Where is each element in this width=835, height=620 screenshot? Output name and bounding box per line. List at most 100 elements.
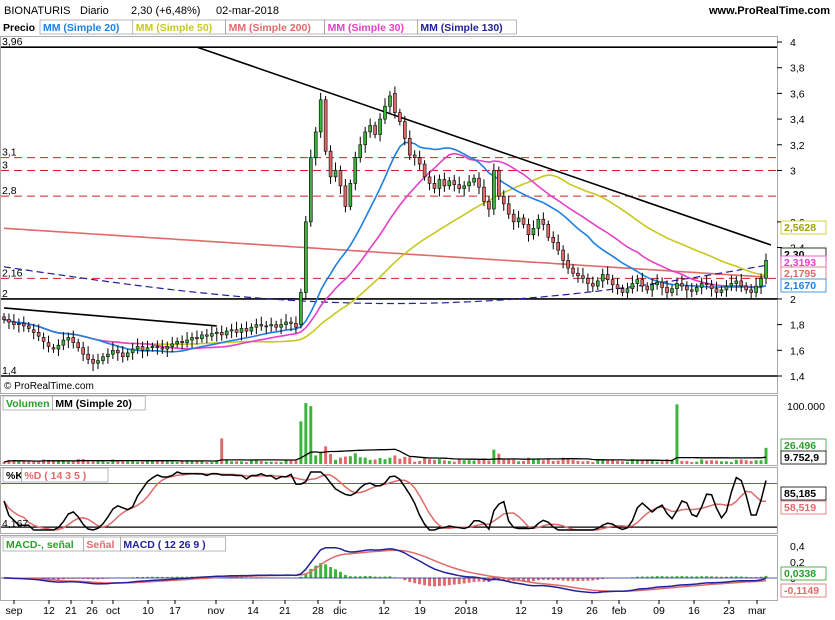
candle-body [259, 324, 264, 327]
x-tick-label: nov [208, 605, 226, 617]
volume-bar [566, 458, 570, 464]
volume-bar [170, 461, 174, 464]
macd-histogram-bar [452, 578, 456, 585]
candle-body [31, 329, 36, 333]
candle-body [175, 341, 179, 345]
level-label: 3,1 [2, 147, 17, 159]
candle-body [620, 288, 625, 293]
volume-bar [373, 459, 377, 464]
macd-histogram-bar [324, 564, 328, 578]
macd-histogram-bar [423, 578, 427, 586]
candle-body [279, 324, 283, 328]
candle-body [650, 284, 654, 291]
candle-body [610, 279, 615, 286]
price-legend-item: MM (Simple 20) [43, 22, 119, 34]
volume-bar [343, 456, 347, 464]
candle-body [536, 218, 541, 229]
x-tick-label: 28 [312, 605, 324, 617]
candle-body [294, 323, 298, 328]
volume-bar [388, 457, 392, 464]
candle-body [244, 328, 249, 332]
candle-body [239, 328, 244, 333]
candle-body [699, 283, 704, 288]
x-tick-label: 12 [515, 605, 527, 617]
candle-body [46, 342, 51, 347]
candle-body [101, 356, 105, 361]
volume-bar [368, 459, 372, 464]
macd-histogram-bar [447, 578, 451, 586]
x-tick-label: 12 [378, 605, 390, 617]
volume-bar [700, 459, 704, 464]
candle-body [224, 330, 229, 336]
candle-body [497, 170, 501, 197]
volume-bar [477, 459, 481, 464]
volume-bar [611, 460, 615, 464]
volume-bar [393, 455, 397, 464]
macd-histogram-bar [462, 578, 466, 584]
macd-histogram-bar [428, 578, 432, 587]
candle-body [170, 343, 175, 347]
volume-bar [744, 460, 748, 464]
macd-histogram-bar [338, 571, 342, 578]
macd-histogram-bar [433, 578, 436, 587]
candle-body [304, 221, 308, 293]
candle-body [556, 242, 560, 251]
candle-body [749, 289, 753, 293]
macd-tick-label: 0,4 [790, 541, 805, 553]
candle-body [615, 284, 620, 289]
candle-body [214, 332, 219, 334]
volume-bar [131, 460, 135, 464]
volume-bar [66, 461, 70, 464]
candle-body [467, 181, 471, 187]
candle-body [526, 224, 531, 235]
volume-bar [517, 461, 521, 464]
candle-body [353, 157, 358, 184]
volume-bar [660, 461, 664, 464]
volume-bar [437, 459, 441, 464]
candle-body [576, 272, 580, 277]
price-tick-label: 3,2 [790, 140, 805, 152]
candle-body [412, 154, 417, 158]
price-legend-item: MM (Simple 30) [328, 22, 404, 34]
price-legend-label: Precio [3, 22, 35, 34]
candle-body [323, 99, 328, 152]
candle-body [373, 125, 377, 135]
candle-body [51, 347, 56, 350]
candle-body [284, 321, 288, 325]
candle-body [76, 342, 80, 349]
volume-bar [348, 456, 352, 464]
candle-body [665, 287, 669, 293]
volume-bar [81, 459, 85, 464]
price-tick-label: 3,8 [790, 63, 805, 75]
candle-body [150, 346, 155, 349]
candle-body [348, 183, 353, 207]
volume-bar [329, 454, 333, 464]
macd-histogram-bar [437, 578, 441, 587]
x-tick-label: 26 [86, 605, 98, 617]
candle-body [447, 180, 452, 187]
volume-bar [269, 461, 273, 464]
x-tick-label: oct [106, 605, 120, 617]
macd-legend-item: Señal [86, 539, 114, 551]
candle-body [185, 339, 189, 343]
volume-bar [210, 462, 214, 464]
candle-body [680, 283, 684, 287]
candle-body [96, 360, 100, 364]
volume-bar [42, 459, 46, 464]
candle-body [403, 121, 407, 139]
candle-body [12, 321, 16, 325]
candle-body [704, 283, 709, 286]
provider-link[interactable]: www.ProRealTime.com [708, 5, 830, 17]
candle-body [591, 283, 595, 287]
volume-bar [715, 460, 718, 464]
stoch-legend-item: %K [6, 470, 23, 482]
volume-bar [358, 457, 362, 464]
volume-bar [314, 455, 318, 464]
volume-bar [541, 460, 545, 464]
volume-bar [616, 460, 620, 464]
volume-bar [576, 460, 580, 464]
volume-bar [571, 459, 575, 464]
candle-body [358, 144, 363, 158]
candle-body [274, 324, 278, 328]
candle-body [457, 184, 461, 189]
